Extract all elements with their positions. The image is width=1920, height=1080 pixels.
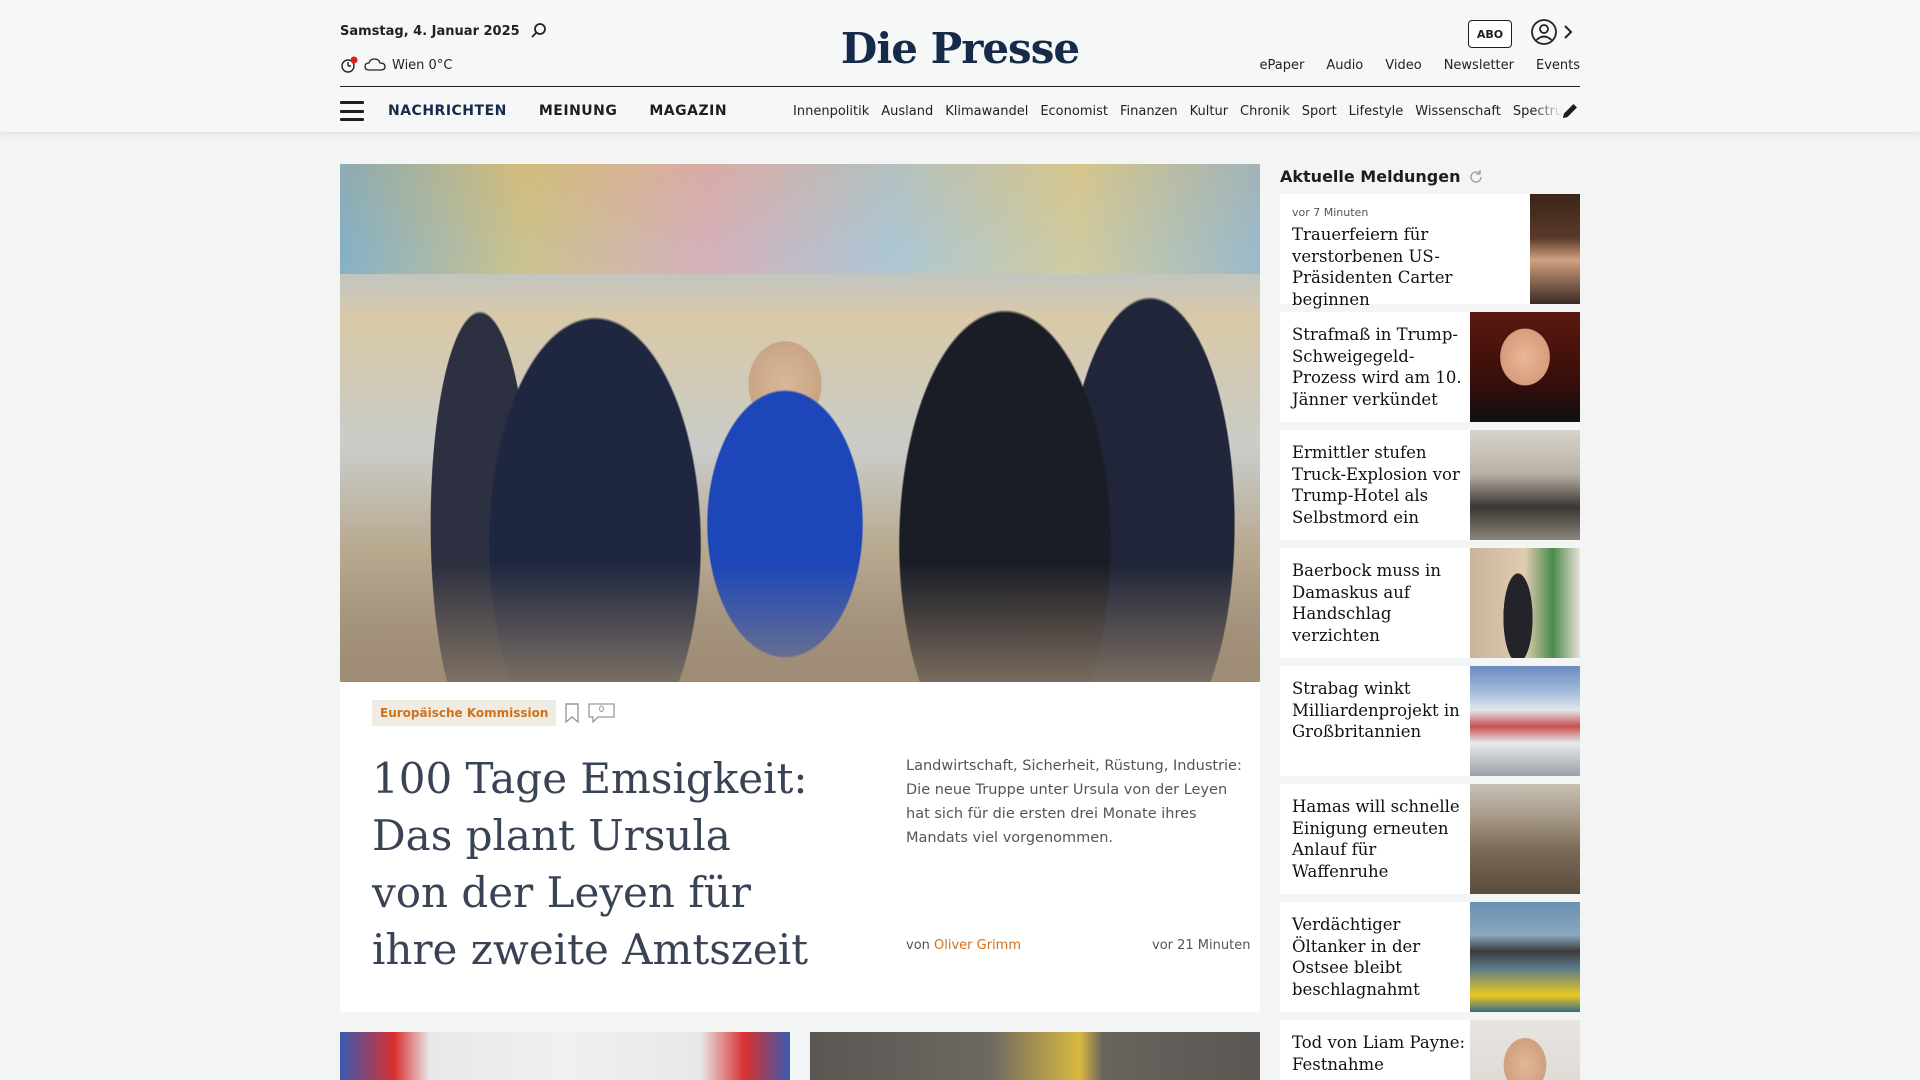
comment-count: 0 bbox=[598, 705, 605, 715]
site-logo[interactable]: Die Presse bbox=[840, 24, 1080, 73]
news-item-title[interactable]: Verdächtiger Öltanker in der Ostsee blei… bbox=[1292, 915, 1420, 999]
news-item-title[interactable]: Strabag winkt Milliardenprojekt in Großb… bbox=[1292, 679, 1460, 741]
abo-button[interactable]: ABO bbox=[1468, 20, 1512, 48]
news-thumbnail[interactable] bbox=[1470, 430, 1580, 540]
news-thumbnail[interactable] bbox=[1470, 1020, 1580, 1080]
util-link-events[interactable]: Events bbox=[1536, 58, 1580, 73]
nav-item-nachrichten[interactable]: NACHRICHTEN bbox=[388, 103, 507, 119]
primary-nav: NACHRICHTEN MEINUNG MAGAZIN bbox=[388, 103, 727, 119]
topic-tag[interactable]: Europäische Kommission bbox=[372, 700, 557, 726]
news-item-text: Tod von Liam Payne: Festnahme bbox=[1292, 1032, 1467, 1075]
nav-item-magazin[interactable]: MAGAZIN bbox=[649, 103, 727, 119]
sidebar-title: Aktuelle Meldungen bbox=[1280, 164, 1580, 188]
hamburger-menu-icon[interactable] bbox=[340, 101, 364, 121]
author-link[interactable]: Oliver Grimm bbox=[934, 938, 1021, 953]
news-item-text: Strafmaß in Trump-Schweigegeld-Prozess w… bbox=[1292, 324, 1467, 410]
news-item-title[interactable]: Baerbock muss in Damaskus auf Handschlag… bbox=[1292, 561, 1441, 645]
section-link-ausland[interactable]: Ausland bbox=[881, 104, 933, 119]
byline-prefix: von bbox=[906, 938, 930, 953]
sidebar-title-text: Aktuelle Meldungen bbox=[1280, 166, 1461, 186]
section-link-finanzen[interactable]: Finanzen bbox=[1120, 104, 1178, 119]
news-item[interactable]: Baerbock muss in Damaskus auf Handschlag… bbox=[1280, 548, 1580, 658]
news-item-title[interactable]: Hamas will schnelle Einigung erneuten An… bbox=[1292, 797, 1460, 881]
hero-tag-row: Europäische Kommission 0 bbox=[372, 700, 1242, 726]
news-item-text: Baerbock muss in Damaskus auf Handschlag… bbox=[1292, 560, 1467, 646]
byline: von Oliver Grimm bbox=[906, 938, 1021, 953]
news-thumbnail[interactable] bbox=[1470, 784, 1580, 894]
news-item[interactable]: Verdächtiger Öltanker in der Ostsee blei… bbox=[1280, 902, 1580, 1012]
hero-image[interactable] bbox=[340, 164, 1260, 682]
nav-item-meinung[interactable]: MEINUNG bbox=[539, 103, 618, 119]
refresh-icon bbox=[1469, 170, 1482, 183]
news-item-text: Strabag winkt Milliardenprojekt in Großb… bbox=[1292, 678, 1467, 743]
news-thumbnail[interactable] bbox=[1470, 312, 1580, 422]
article-teaser-image[interactable] bbox=[340, 1032, 790, 1080]
site-header: Samstag, 4. Januar 2025 Wien 0°C Die Pre… bbox=[0, 0, 1920, 132]
news-item-text: Ermittler stufen Truck-Explosion vor Tru… bbox=[1292, 442, 1467, 528]
news-item-text: vor 7 Minuten Trauerfeiern für verstorbe… bbox=[1292, 206, 1532, 310]
util-link-newsletter[interactable]: Newsletter bbox=[1444, 58, 1514, 73]
news-item[interactable]: Strafmaß in Trump-Schweigegeld-Prozess w… bbox=[1280, 312, 1580, 422]
hero-body: Europäische Kommission 0 100 Tage Emsigk… bbox=[372, 700, 1250, 974]
hero-image-table bbox=[340, 564, 1260, 682]
section-link-economist[interactable]: Economist bbox=[1040, 104, 1108, 119]
pencil-icon[interactable] bbox=[1560, 101, 1580, 121]
notification-icon[interactable] bbox=[340, 56, 358, 74]
hero-image-ceiling bbox=[340, 164, 1260, 274]
publish-time: vor 21 Minuten bbox=[1152, 938, 1251, 953]
search-icon[interactable] bbox=[530, 22, 548, 40]
hero-article[interactable]: Europäische Kommission 0 100 Tage Emsigk… bbox=[340, 164, 1260, 1012]
hero-headline[interactable]: 100 Tage Emsigkeit: Das plant Ursula von… bbox=[372, 750, 812, 978]
date-row: Samstag, 4. Januar 2025 bbox=[340, 22, 548, 40]
weather-row: Wien 0°C bbox=[340, 56, 452, 74]
news-item-title[interactable]: Ermittler stufen Truck-Explosion vor Tru… bbox=[1292, 443, 1460, 527]
user-menu[interactable] bbox=[1530, 18, 1574, 46]
comment-icon[interactable]: 0 bbox=[588, 703, 616, 724]
util-link-video[interactable]: Video bbox=[1385, 58, 1421, 73]
news-thumbnail[interactable] bbox=[1470, 548, 1580, 658]
utility-links: ePaper Audio Video Newsletter Events bbox=[1259, 58, 1580, 73]
section-link-klimawandel[interactable]: Klimawandel bbox=[945, 104, 1028, 119]
news-thumbnail[interactable] bbox=[1470, 666, 1580, 776]
section-link-wissenschaft[interactable]: Wissenschaft bbox=[1415, 104, 1501, 119]
news-item-title[interactable]: Tod von Liam Payne: Festnahme bbox=[1292, 1033, 1465, 1074]
section-link-innenpolitik[interactable]: Innenpolitik bbox=[793, 104, 869, 119]
header-divider bbox=[340, 86, 1580, 87]
article-teaser-image[interactable] bbox=[810, 1032, 1260, 1080]
section-link-chronik[interactable]: Chronik bbox=[1240, 104, 1290, 119]
news-thumbnail[interactable] bbox=[1470, 902, 1580, 1012]
user-icon[interactable] bbox=[1530, 18, 1558, 46]
hero-teaser: Landwirtschaft, Sicherheit, Rüstung, Ind… bbox=[906, 758, 1242, 846]
current-date: Samstag, 4. Januar 2025 bbox=[340, 23, 520, 39]
news-item-title[interactable]: Trauerfeiern für verstorbenen US-Präside… bbox=[1292, 225, 1452, 309]
news-item[interactable]: vor 7 Minuten Trauerfeiern für verstorbe… bbox=[1280, 194, 1580, 309]
news-thumbnail[interactable] bbox=[1530, 194, 1580, 304]
latest-news-sidebar: Aktuelle Meldungen vor 7 Minuten Trauerf… bbox=[1280, 164, 1580, 1080]
chevron-right-icon[interactable] bbox=[1562, 23, 1574, 41]
bookmark-icon[interactable] bbox=[564, 703, 580, 723]
news-item[interactable]: Hamas will schnelle Einigung erneuten An… bbox=[1280, 784, 1580, 894]
news-item-text: Verdächtiger Öltanker in der Ostsee blei… bbox=[1292, 914, 1467, 1000]
news-item[interactable]: Strabag winkt Milliardenprojekt in Großb… bbox=[1280, 666, 1580, 776]
news-item[interactable]: Ermittler stufen Truck-Explosion vor Tru… bbox=[1280, 430, 1580, 540]
main-navigation: NACHRICHTEN MEINUNG MAGAZIN Innenpolitik… bbox=[340, 96, 1580, 126]
section-link-kultur[interactable]: Kultur bbox=[1190, 104, 1228, 119]
section-link-sport[interactable]: Sport bbox=[1302, 104, 1337, 119]
weather-text: Wien 0°C bbox=[392, 57, 453, 73]
section-nav: Innenpolitik Ausland Klimawandel Economi… bbox=[793, 103, 1564, 119]
section-link-lifestyle[interactable]: Lifestyle bbox=[1349, 104, 1404, 119]
util-link-epaper[interactable]: ePaper bbox=[1259, 58, 1304, 73]
news-item-title[interactable]: Strafmaß in Trump-Schweigegeld-Prozess w… bbox=[1292, 325, 1462, 409]
news-item[interactable]: Tod von Liam Payne: Festnahme bbox=[1280, 1020, 1580, 1080]
util-link-audio[interactable]: Audio bbox=[1326, 58, 1363, 73]
news-item-text: Hamas will schnelle Einigung erneuten An… bbox=[1292, 796, 1467, 882]
cloud-icon bbox=[364, 58, 386, 71]
news-item-time: vor 7 Minuten bbox=[1292, 206, 1369, 219]
section-link-spectrum[interactable]: Spectrum bbox=[1513, 104, 1563, 119]
